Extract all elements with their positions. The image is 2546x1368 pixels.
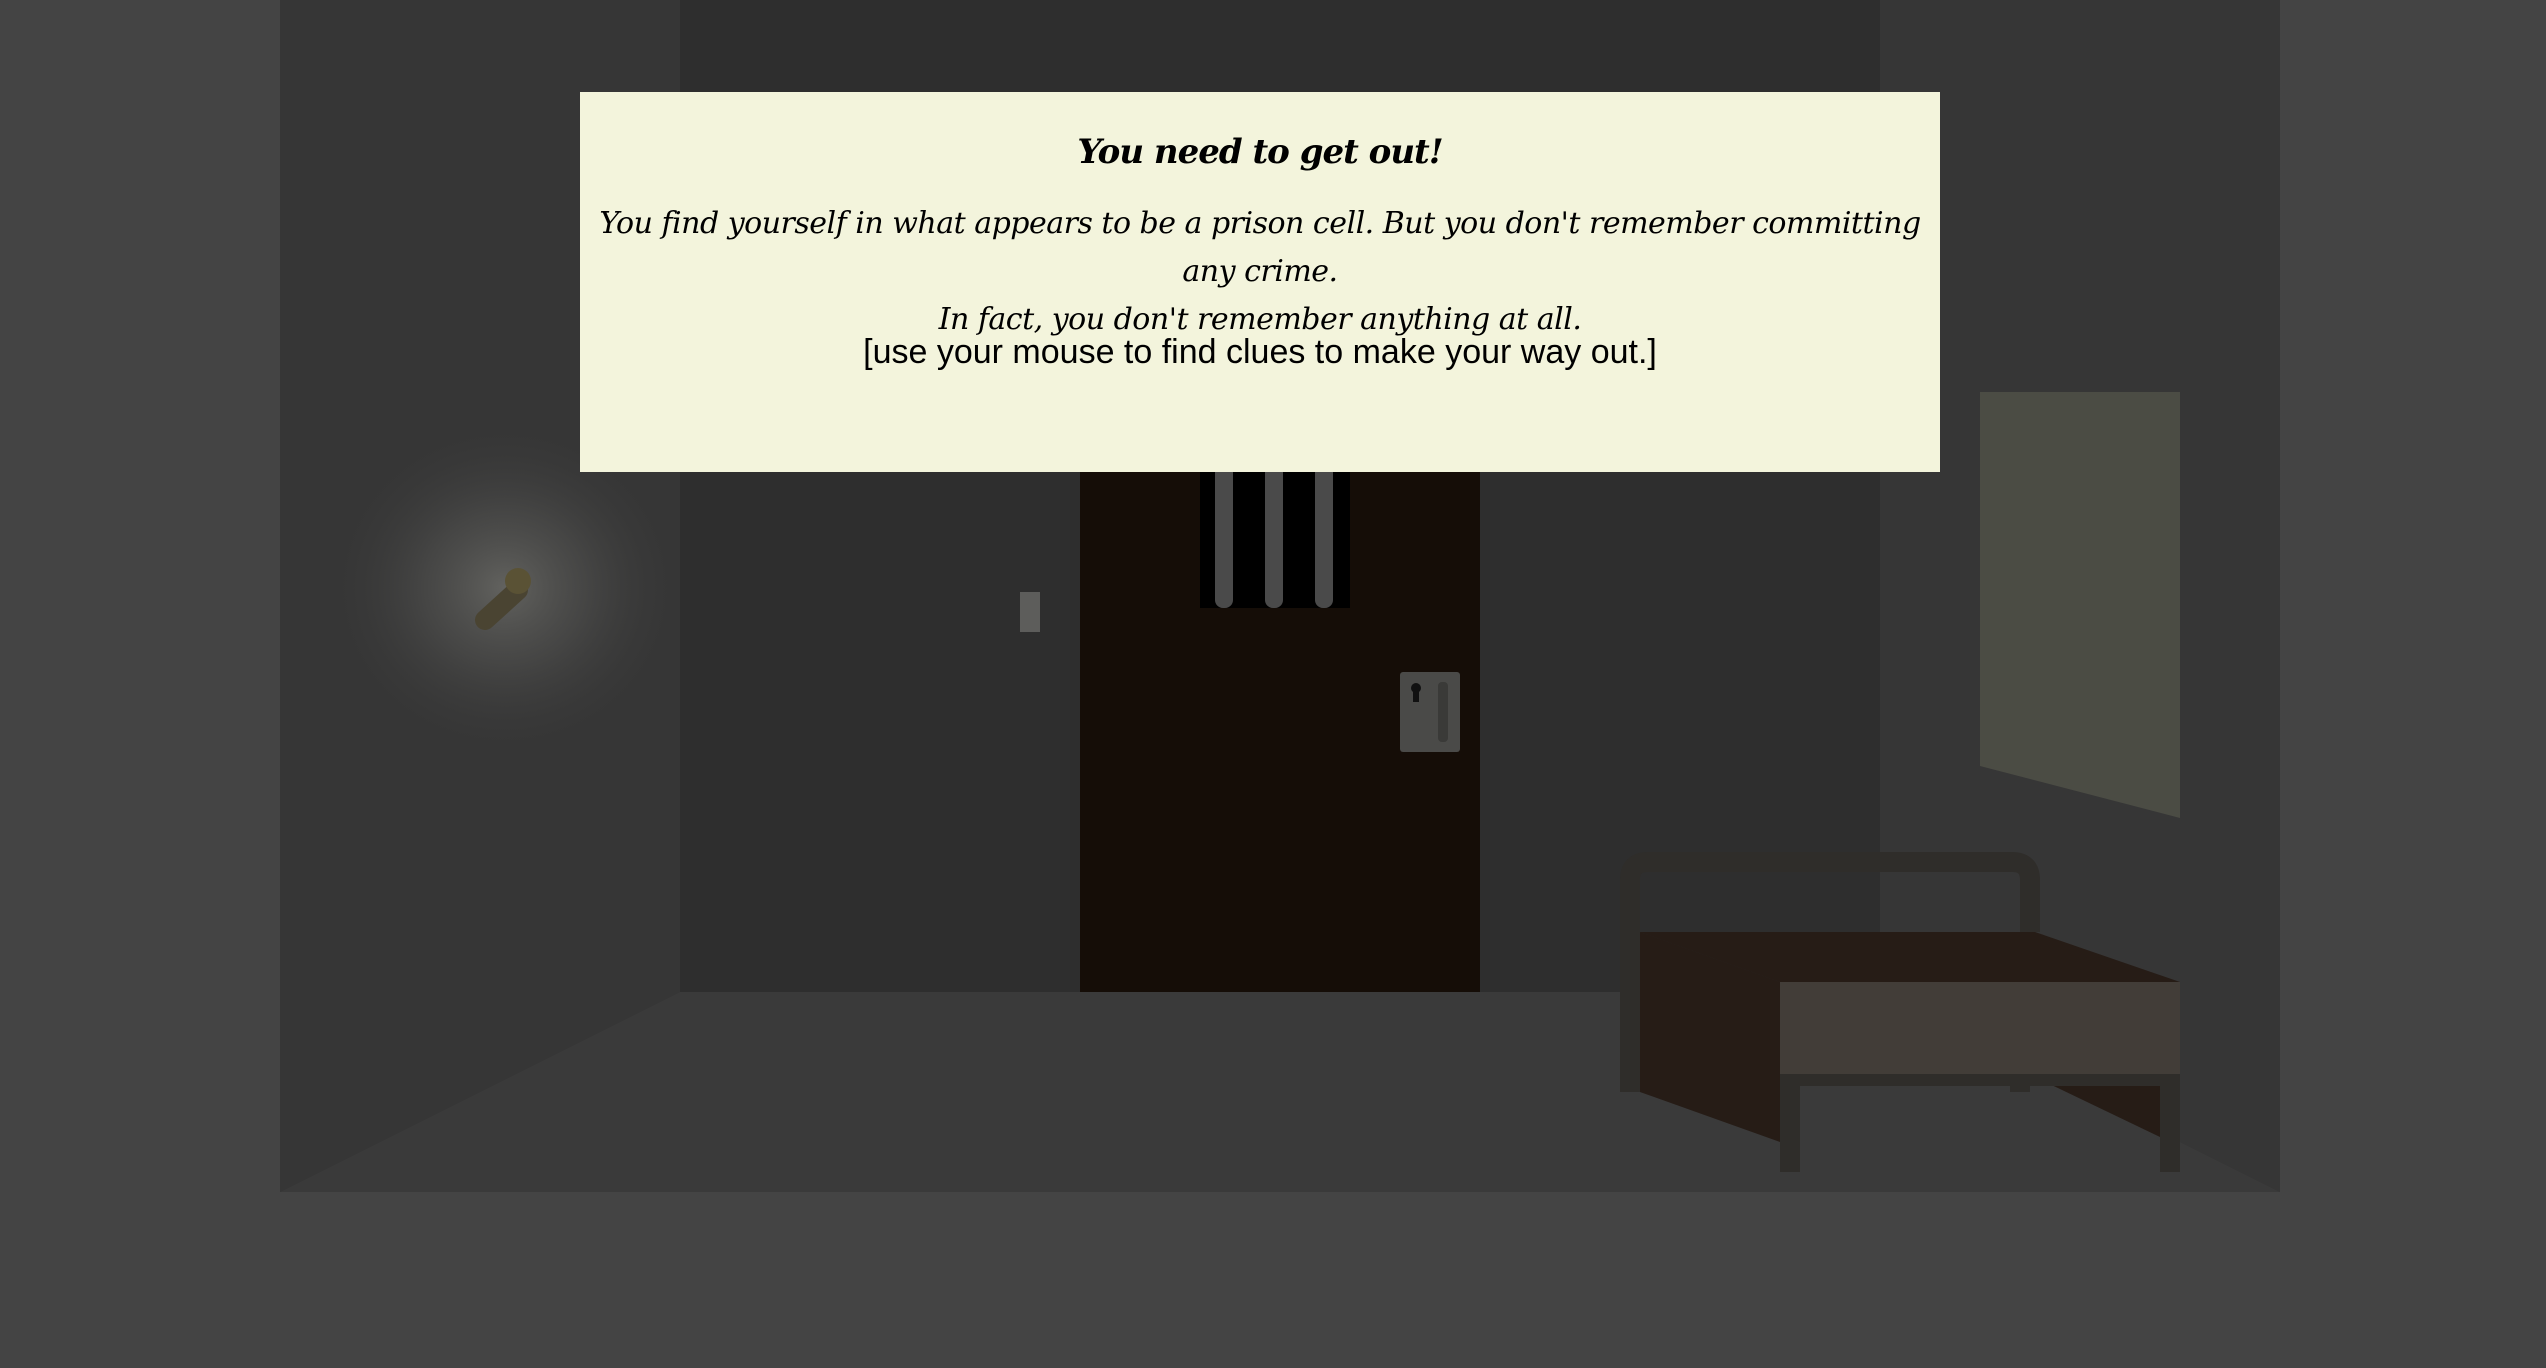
intro-body-line-1: You find yourself in what appears to be … (599, 206, 1921, 289)
torch-hotspot[interactable] (460, 560, 540, 640)
light-switch-hotspot[interactable] (1015, 588, 1045, 638)
door-lock-hotspot[interactable] (1396, 668, 1464, 756)
bed-hotspot[interactable] (1630, 860, 2180, 1172)
game-stage: You need to get out! You find yourself i… (0, 0, 2546, 1368)
wall-poster-hotspot[interactable] (1980, 392, 2180, 818)
intro-dialog[interactable]: You need to get out! You find yourself i… (580, 92, 1940, 472)
intro-title: You need to get out! (1077, 132, 1443, 172)
intro-hint: [use your mouse to find clues to make yo… (863, 333, 1657, 371)
intro-body: You find yourself in what appears to be … (580, 200, 1940, 344)
